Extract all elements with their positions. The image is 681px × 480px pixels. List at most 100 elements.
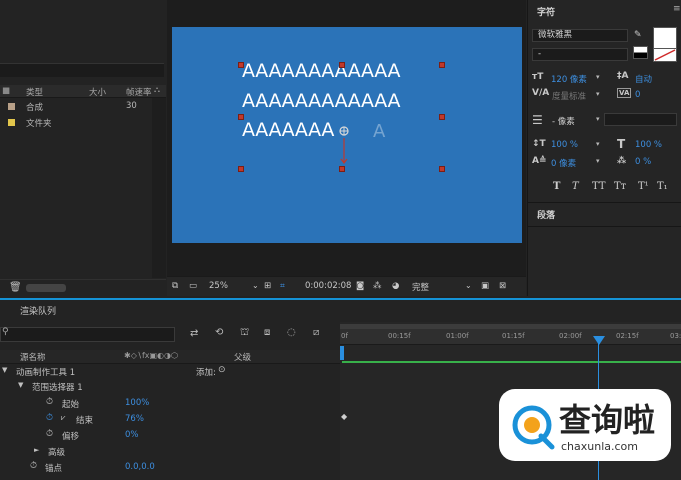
layer-duration-bar[interactable] <box>342 361 681 363</box>
channel-icon[interactable]: ⁂ <box>373 281 382 291</box>
transform-handle[interactable] <box>439 114 445 120</box>
faux-bold-button[interactable]: T <box>553 181 560 192</box>
all-caps-button[interactable]: TT <box>592 181 606 192</box>
draft-3d-icon[interactable]: ⟲ <box>215 327 223 338</box>
project-search-input[interactable] <box>0 63 164 77</box>
kerning-value[interactable]: 度量标准 <box>552 90 586 102</box>
eyedropper-icon[interactable]: ✎ <box>634 30 642 40</box>
label-color-swatch[interactable] <box>8 119 15 126</box>
project-item-comp[interactable]: 合成 30 <box>0 100 152 115</box>
frame-blending-icon[interactable]: ⧈ <box>264 327 270 338</box>
stroke-fill-order-dropdown[interactable] <box>604 113 677 126</box>
timeline-row-animator[interactable]: ▼ 动画制作工具 1 添加: ⊙ <box>0 365 340 380</box>
transform-handle[interactable] <box>238 114 244 120</box>
switches-icons[interactable]: ✱◇∖fx▣◐◑⬡ <box>124 351 178 360</box>
grid-icon[interactable]: ⊞ <box>264 281 271 291</box>
transparency-grid-icon[interactable]: ⊠ <box>499 281 506 291</box>
stopwatch-icon[interactable]: ⏱ <box>46 397 53 407</box>
label-color-swatch[interactable] <box>8 103 15 110</box>
font-size-value[interactable]: 120 像素 <box>551 73 587 85</box>
tsume-value[interactable]: 0 % <box>635 157 651 167</box>
collapse-arrow-icon[interactable]: ► <box>34 446 39 454</box>
offset-value[interactable]: 0% <box>125 430 139 440</box>
text-layer-line-1[interactable]: AAAAAAAAAAAA <box>242 60 401 82</box>
graph-editor-icon[interactable]: ⧄ <box>313 327 319 338</box>
chevron-down-icon[interactable]: ▾ <box>596 90 600 98</box>
monitor-icon[interactable]: ▭ <box>189 281 197 291</box>
playhead-handle[interactable] <box>593 336 605 345</box>
trash-icon[interactable]: 🗑 <box>9 282 22 293</box>
column-type[interactable]: 类型 <box>26 86 43 98</box>
transform-handle[interactable] <box>439 62 445 68</box>
timeline-row-anchor[interactable]: ⏱ 锚点 0.0,0.0 <box>0 461 340 476</box>
time-ruler[interactable]: 0f 00:15f 01:00f 01:15f 02:00f 02:15f 03… <box>340 329 681 345</box>
stopwatch-icon[interactable]: ⏱ <box>30 461 37 471</box>
transform-handle[interactable] <box>439 166 445 172</box>
anchor-point-icon[interactable] <box>333 124 353 168</box>
work-area-start-handle[interactable] <box>340 346 344 360</box>
column-size[interactable]: 大小 <box>89 86 106 98</box>
leading-value[interactable]: 自动 <box>635 73 652 85</box>
chevron-down-icon[interactable]: ▾ <box>596 73 600 81</box>
source-name-header[interactable]: 源名称 <box>20 351 46 363</box>
timeline-search-input[interactable] <box>0 327 175 342</box>
expand-arrow-icon[interactable]: ▼ <box>2 366 7 374</box>
small-caps-button[interactable]: Tт <box>614 181 626 192</box>
timecode-display[interactable]: 0:00:02:08 <box>305 281 351 291</box>
stopwatch-active-icon[interactable]: ⏱ <box>46 413 53 423</box>
timeline-row-offset[interactable]: ⏱ 偏移 0% <box>0 429 340 444</box>
snapshot-icon[interactable]: ⧉ <box>172 281 178 291</box>
chevron-down-icon[interactable]: ▾ <box>596 157 600 165</box>
transform-handle[interactable] <box>238 62 244 68</box>
subscript-button[interactable]: T₁ <box>657 181 668 192</box>
default-colors-swatch[interactable] <box>633 46 648 59</box>
region-of-interest-icon[interactable]: ▣ <box>481 281 489 291</box>
timeline-row-advanced[interactable]: ► 高级 <box>0 445 340 460</box>
zoom-dropdown[interactable]: 25% <box>209 281 228 291</box>
keyframe-icon[interactable]: ◆ <box>341 412 347 421</box>
project-item-folder[interactable]: 文件夹 <box>0 116 152 131</box>
tracking-value[interactable]: 0 <box>635 90 640 100</box>
superscript-button[interactable]: T¹ <box>638 181 649 192</box>
render-queue-tab[interactable]: 渲染队列 <box>20 304 56 317</box>
stopwatch-icon[interactable]: ⏱ <box>46 429 53 439</box>
timeline-row-start[interactable]: ⏱ 起始 100% <box>0 397 340 412</box>
vertical-scale-value[interactable]: 100 % <box>551 140 578 150</box>
transform-handle[interactable] <box>339 62 345 68</box>
text-layer-line-3[interactable]: AAAAAAA <box>242 119 334 141</box>
camera-icon[interactable]: ◙ <box>356 281 364 291</box>
faux-italic-button[interactable]: T <box>572 181 579 192</box>
mask-toggle-icon[interactable]: ⌗ <box>280 281 285 291</box>
text-layer-line-2[interactable]: AAAAAAAAAAAA <box>242 90 401 112</box>
add-menu-label[interactable]: 添加: <box>196 366 216 378</box>
anchor-value[interactable]: 0.0,0.0 <box>125 462 155 472</box>
panel-menu-icon[interactable]: ≡ <box>673 4 681 14</box>
chevron-down-icon[interactable]: ⌄ <box>252 281 259 290</box>
timeline-row-range-selector[interactable]: ▼ 范围选择器 1 <box>0 380 340 395</box>
parent-header[interactable]: 父级 <box>234 351 251 363</box>
end-value[interactable]: 76% <box>125 414 144 424</box>
chevron-down-icon[interactable]: ▾ <box>596 115 600 123</box>
baseline-shift-value[interactable]: 0 像素 <box>551 157 576 169</box>
comp-mini-flowchart-icon[interactable]: ⇄ <box>190 328 198 339</box>
add-circle-icon[interactable]: ⊙ <box>218 365 226 375</box>
expand-arrow-icon[interactable]: ▼ <box>18 381 23 389</box>
flowchart-icon[interactable]: ⛬ <box>154 85 160 95</box>
stroke-width-value[interactable]: - 像素 <box>552 115 575 127</box>
resolution-dropdown[interactable]: 完整 <box>412 281 429 293</box>
transform-handle[interactable] <box>238 166 244 172</box>
chevron-down-icon[interactable]: ⌄ <box>465 281 472 290</box>
font-family-dropdown[interactable]: 微软雅黑 <box>532 29 628 42</box>
timeline-row-end[interactable]: ⏱ ⩗ 结束 76% <box>0 413 340 428</box>
horizontal-scrollbar[interactable] <box>26 284 66 292</box>
chevron-down-icon[interactable]: ▾ <box>596 140 600 148</box>
graph-icon[interactable]: ⩗ <box>61 413 66 423</box>
font-style-dropdown[interactable]: - <box>532 48 628 61</box>
horizontal-scale-value[interactable]: 100 % <box>635 140 662 150</box>
motion-blur-icon[interactable]: ◌ <box>287 327 296 338</box>
color-wheel-icon[interactable]: ◕ <box>392 281 399 291</box>
shy-layers-icon[interactable]: ⛫ <box>240 327 249 340</box>
column-fps[interactable]: 帧速率 <box>126 86 152 98</box>
start-value[interactable]: 100% <box>125 398 149 408</box>
project-scrollbar[interactable] <box>152 98 166 278</box>
